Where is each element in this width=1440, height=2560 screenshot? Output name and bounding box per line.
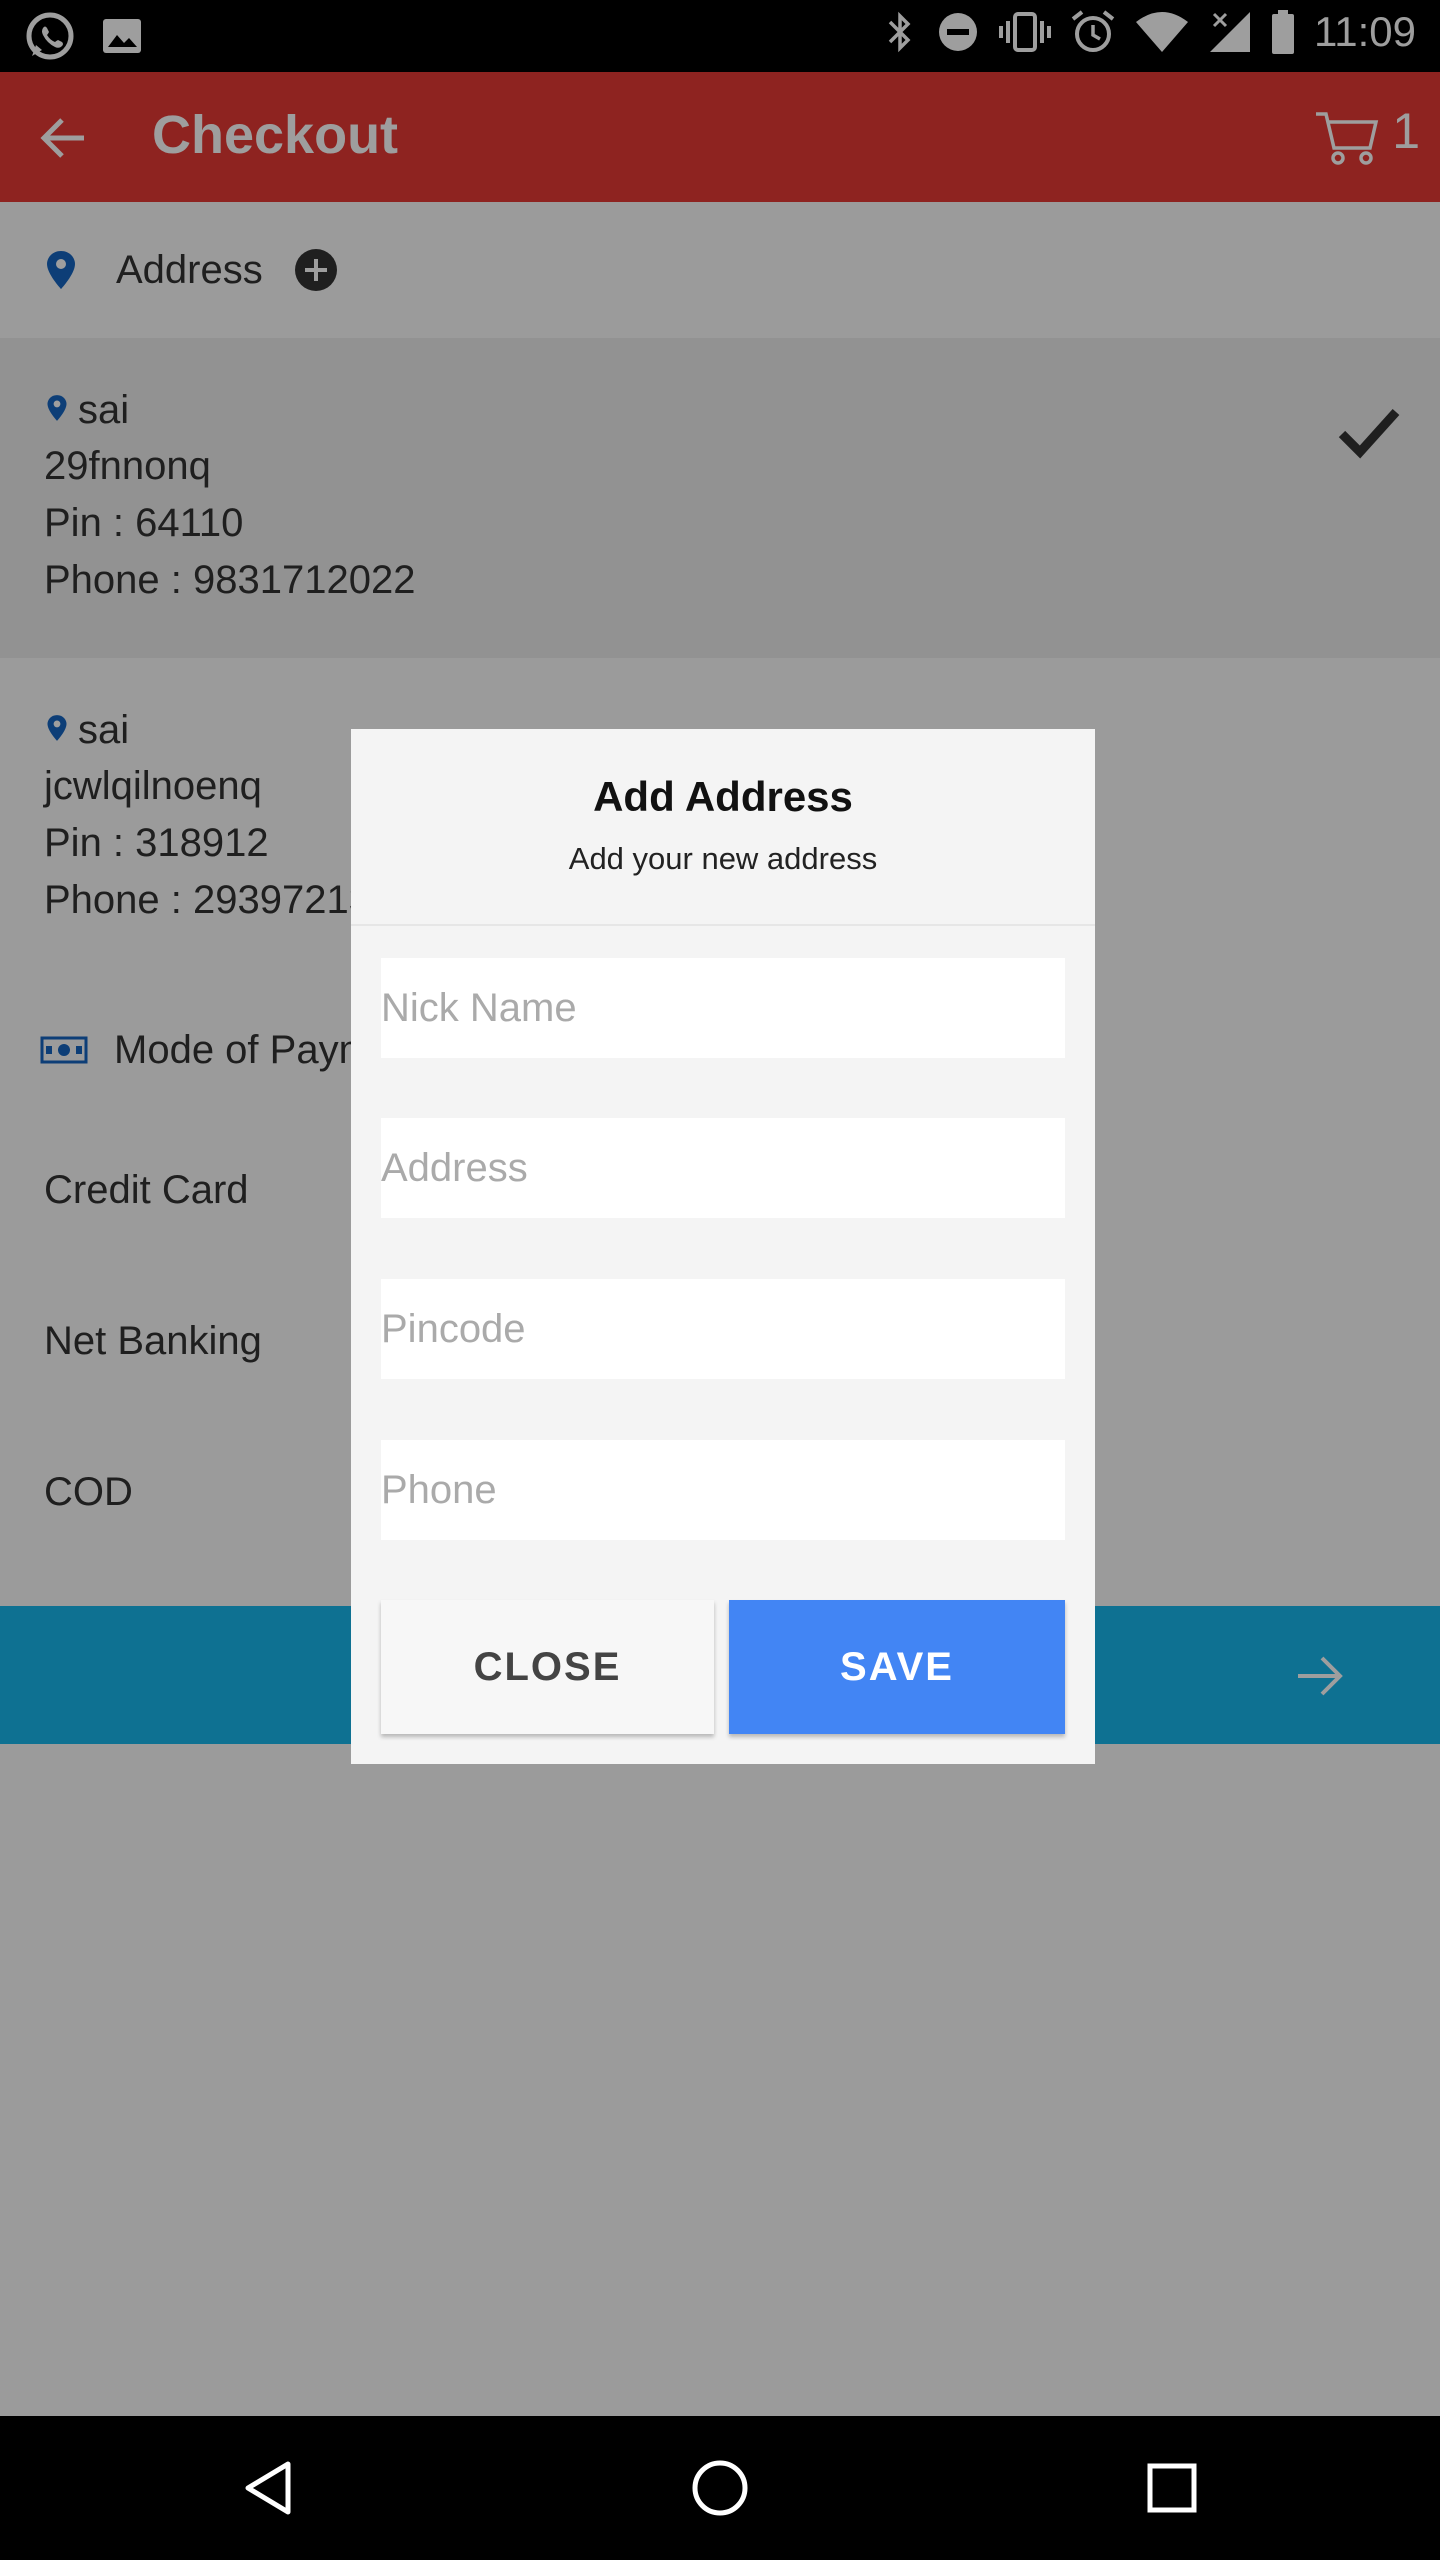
close-button[interactable]: CLOSE xyxy=(381,1600,714,1734)
nav-home-icon[interactable] xyxy=(690,2458,750,2518)
phone-input[interactable] xyxy=(381,1440,1065,1540)
nav-back-icon[interactable] xyxy=(240,2458,300,2518)
pincode-input[interactable] xyxy=(381,1279,1065,1379)
nav-recents-icon[interactable] xyxy=(1142,2458,1202,2518)
dialog-title: Add Address xyxy=(593,773,853,820)
address-input[interactable] xyxy=(381,1118,1065,1218)
dialog-subtitle: Add your new address xyxy=(568,841,878,876)
save-button[interactable]: SAVE xyxy=(729,1600,1065,1734)
add-address-dialog: Add Address Add your new address CLOSE S… xyxy=(351,729,1095,1764)
navigation-bar xyxy=(0,2416,1440,2560)
dialog-divider xyxy=(351,924,1095,926)
nick-name-input[interactable] xyxy=(381,958,1065,1058)
